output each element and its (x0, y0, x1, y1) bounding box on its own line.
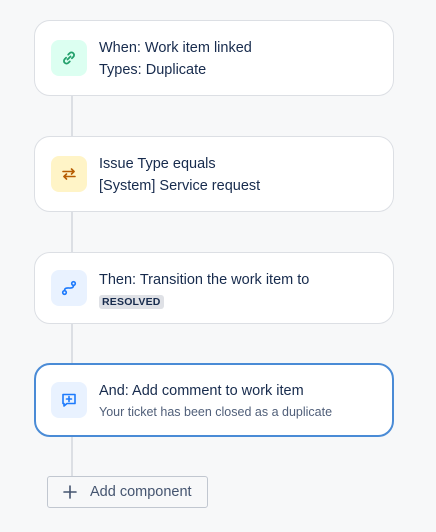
condition-value: [System] Service request (99, 178, 261, 194)
add-comment-title: And: Add comment to work item (99, 383, 304, 399)
transition-title: Then: Transition the work item to (99, 272, 310, 288)
transition-action-card[interactable]: Then: Transition the work item to RESOLV… (34, 252, 394, 324)
add-comment-icon (51, 382, 87, 418)
trigger-types: Types: Duplicate (99, 62, 207, 78)
condition-card[interactable]: Issue Type equals [System] Service reque… (34, 136, 394, 212)
swap-arrows-icon (51, 156, 87, 192)
add-component-button[interactable]: Add component (47, 476, 208, 508)
transition-icon (51, 270, 87, 306)
trigger-card[interactable]: When: Work item linked Types: Duplicate (34, 20, 394, 96)
trigger-title: When: Work item linked (99, 40, 252, 56)
plus-icon (63, 485, 77, 499)
condition-title: Issue Type equals (99, 156, 216, 172)
add-comment-action-card[interactable]: And: Add comment to work item Your ticke… (34, 363, 394, 437)
link-icon (51, 40, 87, 76)
add-component-label: Add component (90, 484, 192, 500)
status-lozenge: RESOLVED (99, 295, 164, 310)
comment-preview: Your ticket has been closed as a duplica… (99, 405, 333, 419)
